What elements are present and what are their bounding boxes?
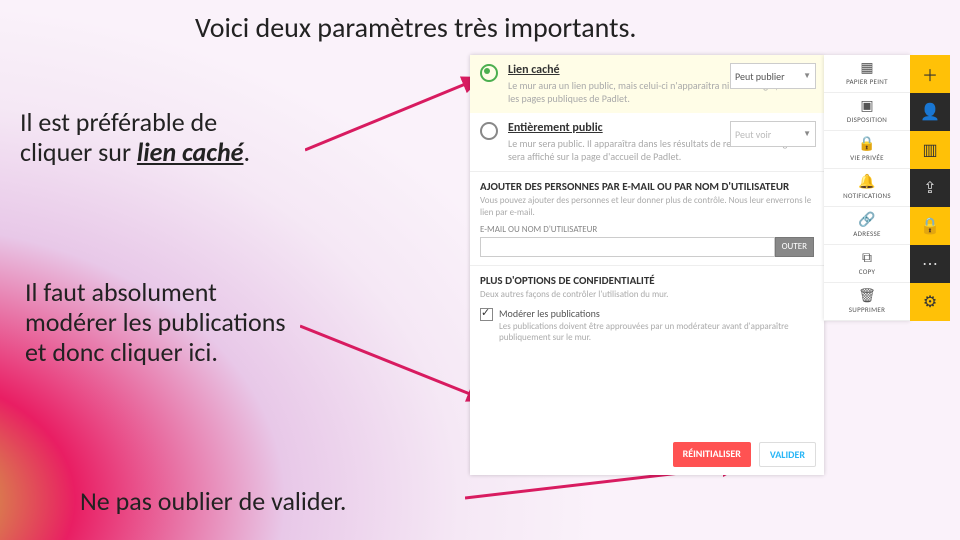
moderate-checkbox[interactable] (480, 308, 493, 321)
checkbox-title: Modérer les publications (499, 307, 814, 320)
sidebar-item-delete[interactable]: 🗑SUPPRIMER (824, 283, 910, 321)
radio-icon[interactable] (480, 122, 498, 140)
note-line: cliquer sur lien caché. (20, 138, 250, 168)
sidebar-item-address[interactable]: 🔗ADRESSE (824, 207, 910, 245)
toolbar-lock[interactable]: 🔒 (910, 207, 950, 245)
sidebar-item-privacy[interactable]: 🔒VIE PRIVÉE (824, 131, 910, 169)
reset-button[interactable]: RÉINITIALISER (673, 442, 751, 467)
option-lien-cache[interactable]: Lien caché Le mur aura un lien public, m… (470, 55, 824, 113)
layout-icon: ▣ (826, 99, 908, 113)
note-line: Il faut absolument (25, 278, 286, 308)
more-privacy-section: PLUS D'OPTIONS DE CONFIDENTIALITÉ Deux a… (470, 265, 824, 351)
settings-sidebar: ▦PAPIER PEINT ▣DISPOSITION 🔒VIE PRIVÉE 🔔… (824, 55, 910, 321)
toolbar-settings[interactable]: ⚙ (910, 283, 950, 321)
link-icon: 🔗 (826, 213, 908, 227)
email-field[interactable] (480, 237, 775, 257)
copy-icon: ⧉ (826, 251, 908, 265)
toolbar-share[interactable]: ⇪ (910, 169, 950, 207)
field-label: E-MAIL OU NOM D'UTILISATEUR (480, 224, 814, 235)
validate-button[interactable]: VALIDER (759, 442, 816, 467)
note-line: modérer les publications (25, 308, 286, 338)
sidebar-item-copy[interactable]: ⧉COPY (824, 245, 910, 283)
privacy-panel: Lien caché Le mur aura un lien public, m… (470, 55, 824, 475)
note-lien-cache: Il est préférable de cliquer sur lien ca… (20, 108, 250, 168)
sidebar-item-layout[interactable]: ▣DISPOSITION (824, 93, 910, 131)
sidebar-item-notifications[interactable]: 🔔NOTIFICATIONS (824, 169, 910, 207)
image-icon: ▦ (826, 61, 908, 75)
note-line: et donc cliquer ici. (25, 338, 286, 368)
toolbar-layout[interactable]: ▥ (910, 131, 950, 169)
permission-dropdown[interactable]: Peut voir▼ (730, 121, 816, 147)
chevron-down-icon: ▼ (803, 129, 811, 139)
checkbox-desc: Les publications doivent être approuvées… (499, 321, 814, 344)
note-line: Il est préférable de (20, 108, 250, 138)
add-people-section: AJOUTER DES PERSONNES PAR E-MAIL OU PAR … (470, 171, 824, 265)
note-valider: Ne pas oublier de valider. (80, 485, 346, 517)
bell-icon: 🔔 (826, 175, 908, 189)
add-button[interactable]: OUTER (775, 237, 814, 257)
lock-icon: 🔒 (826, 137, 908, 151)
toolbar-more[interactable]: ⋯ (910, 245, 950, 283)
sidebar-item-wallpaper[interactable]: ▦PAPIER PEINT (824, 55, 910, 93)
permission-dropdown[interactable]: Peut publier▼ (730, 63, 816, 89)
toolbar-user[interactable]: 👤 (910, 93, 950, 131)
slide-title: Voici deux paramètres très importants. (195, 10, 636, 45)
chevron-down-icon: ▼ (803, 71, 811, 81)
radio-selected-icon[interactable] (480, 64, 498, 82)
note-moderer: Il faut absolument modérer les publicati… (25, 278, 286, 368)
toolbar-add[interactable]: ＋ (910, 55, 950, 93)
section-title: PLUS D'OPTIONS DE CONFIDENTIALITÉ (480, 274, 814, 287)
option-public[interactable]: Entièrement public Le mur sera public. I… (470, 113, 824, 171)
right-toolbar: ＋ 👤 ▥ ⇪ 🔒 ⋯ ⚙ (910, 55, 950, 321)
section-desc: Deux autres façons de contrôler l'utilis… (480, 289, 814, 301)
trash-icon: 🗑 (826, 289, 908, 303)
section-desc: Vous pouvez ajouter des personnes et leu… (480, 195, 814, 218)
section-title: AJOUTER DES PERSONNES PAR E-MAIL OU PAR … (480, 180, 814, 193)
